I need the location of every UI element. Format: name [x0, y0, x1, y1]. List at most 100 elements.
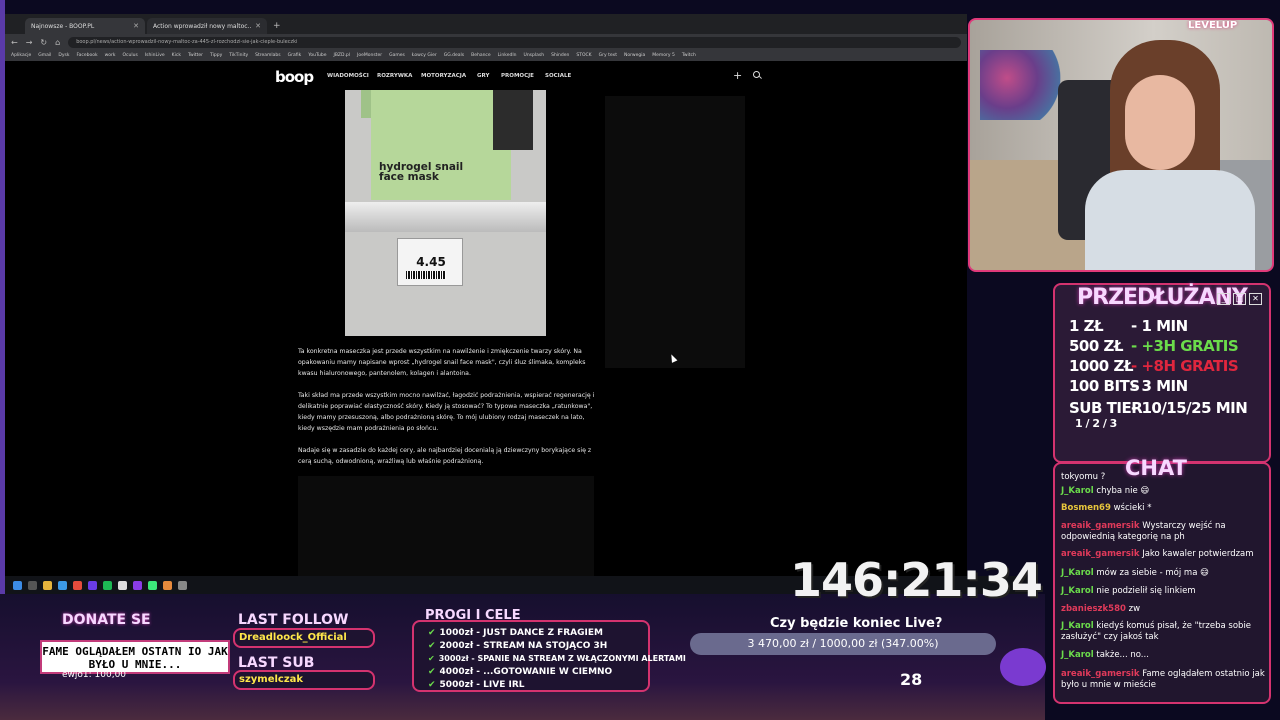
menu-promocje[interactable]: PROMOCJE [501, 73, 534, 79]
article-paragraph: Taki skład ma przede wszystkim mocno naw… [298, 392, 595, 432]
check-icon: ✔ [428, 641, 436, 651]
browser-window: Najnowsze - BOOP.PL ✕ Action wprowadził … [5, 14, 967, 576]
article-image: hydrogel snail face mask 4.45 [345, 90, 546, 336]
app-icon[interactable] [163, 580, 172, 590]
url-input[interactable]: boop.pl/news/action-wprowadzil-nowy-malt… [68, 36, 961, 48]
chat-user: J_Karol [1061, 568, 1094, 578]
app-icon[interactable] [178, 580, 187, 590]
bookmark[interactable]: YouTube [308, 53, 326, 58]
bookmark[interactable]: Gmail [38, 53, 51, 58]
chat-user: J_Karol [1061, 621, 1094, 631]
minimize-icon: _ [1217, 293, 1230, 305]
new-tab-icon[interactable]: + [269, 18, 285, 34]
bookmark[interactable]: Aplikacje [11, 53, 31, 58]
menu-sociale[interactable]: SOCIALE [545, 73, 571, 79]
address-bar: ← → ↻ ⌂ boop.pl/news/action-wprowadzil-n… [5, 34, 967, 50]
donate-message: FAME OGLĄDAŁEM OSTATN IO JAK BYŁO U MNIE… [40, 640, 230, 674]
bookmark[interactable]: work [105, 53, 116, 58]
last-follow-title: LAST FOLLOW [238, 612, 349, 628]
close-icon: ✕ [1249, 293, 1262, 305]
app-icon[interactable] [73, 580, 82, 590]
check-icon: ✔ [428, 680, 436, 690]
price-row: 500 ZŁ - +3H GRATIS [1069, 337, 1239, 355]
chat-message: J_Karol nie podzielił się linkiem [1061, 586, 1266, 597]
chat-text: chyba nie 😄 [1096, 486, 1150, 496]
bookmark[interactable]: Behance [471, 53, 491, 58]
bookmark[interactable]: Twitch [682, 53, 696, 58]
goal-item: ✔ 2000zł - STREAM NA STOJĄCO 3H [428, 641, 607, 651]
chat-text: nie podzielił się linkiem [1096, 586, 1196, 596]
bookmark[interactable]: IshinLive [145, 53, 165, 58]
menu-motoryzacja[interactable]: MOTORYZACJA [421, 73, 466, 79]
chat-message: Bosmen69 wścieki * [1061, 503, 1266, 514]
search-icon[interactable] [28, 580, 37, 590]
forward-icon[interactable]: → [26, 38, 33, 47]
bookmark[interactable]: Twitter [188, 53, 203, 58]
back-icon[interactable]: ← [11, 38, 18, 47]
bookmark[interactable]: Oculus [123, 53, 138, 58]
chat-message: J_Karol chyba nie 😄 [1061, 486, 1266, 497]
menu-wiadomosci[interactable]: WIADOMOŚCI [327, 73, 369, 79]
search-icon[interactable] [753, 71, 760, 78]
bookmark[interactable]: Tippy [210, 53, 222, 58]
tab-najnowsze[interactable]: Najnowsze - BOOP.PL ✕ [25, 18, 145, 34]
home-icon[interactable]: ⌂ [55, 38, 60, 47]
app-icon[interactable] [148, 580, 157, 590]
bookmark[interactable]: JBZD.pl [334, 53, 351, 58]
folder-icon[interactable] [43, 580, 52, 590]
check-icon: ✔ [428, 654, 435, 663]
close-icon[interactable]: ✕ [255, 22, 261, 30]
chrome-icon[interactable] [118, 580, 127, 590]
bookmark[interactable]: Norwegia [624, 53, 645, 58]
bookmark[interactable]: Dysk [58, 53, 69, 58]
chat-text: wścieki * [1113, 503, 1152, 513]
tab-label: Najnowsze - BOOP.PL [31, 22, 95, 30]
chat-text: tokyomu ? [1061, 472, 1106, 482]
bookmark[interactable]: GG.deals [444, 53, 464, 58]
spotify-icon[interactable] [103, 580, 112, 590]
subathon-timer: 146:21:34 [790, 553, 1043, 607]
windows-start-icon[interactable] [13, 580, 22, 590]
chat-message: J_Karol mów za siebie - mój ma 😄 [1061, 568, 1266, 579]
check-icon: ✔ [428, 628, 436, 638]
bookmark[interactable]: Kick [172, 53, 181, 58]
goal-question: Czy będzie koniec Live? [770, 616, 943, 631]
price-row: 100 BITS - 3 MIN [1069, 377, 1188, 395]
discord-icon[interactable] [88, 580, 97, 590]
site-logo[interactable]: boop [275, 68, 314, 86]
bookmark[interactable]: TikTinity [229, 53, 248, 58]
maximize-icon: □ [1233, 293, 1246, 305]
price-amount: 500 ZŁ [1069, 337, 1124, 355]
chat-text: także... no... [1096, 650, 1149, 660]
bookmark[interactable]: Games [389, 53, 405, 58]
goal-item: ✔ 4000zł - ...GOTOWANIE W CIEMNO [428, 667, 612, 677]
chat-user: areaik_gamersik [1061, 669, 1140, 679]
plus-icon[interactable]: + [733, 69, 742, 82]
bookmark[interactable]: Unsplash [524, 53, 545, 58]
close-icon[interactable]: ✕ [133, 22, 139, 30]
price-value: - +3H GRATIS [1131, 337, 1239, 355]
menu-rozrywka[interactable]: ROZRYWKA [377, 73, 412, 79]
twitch-icon[interactable] [133, 580, 142, 590]
bookmark[interactable]: Facebook [76, 53, 97, 58]
bookmark[interactable]: Grafik [288, 53, 302, 58]
app-icon[interactable] [58, 580, 67, 590]
chat-user: areaik_gamersik [1061, 549, 1140, 559]
shelf [345, 202, 546, 232]
menu-gry[interactable]: GRY [477, 73, 489, 79]
bookmark[interactable]: Memory 5 [652, 53, 675, 58]
chat-text: Jako kawaler potwierdzam [1142, 549, 1254, 559]
webcam-person-face [1125, 75, 1195, 170]
tab-article[interactable]: Action wprowadził nowy maltoc... ✕ [147, 18, 267, 34]
article-paragraph: Ta konkretna maseczka jest przede wszyst… [298, 348, 586, 377]
sub-tiers: 1 / 2 / 3 [1075, 417, 1117, 430]
bookmark[interactable]: Gry text [599, 53, 617, 58]
reload-icon[interactable]: ↻ [40, 38, 47, 47]
bookmark[interactable]: Shinden [551, 53, 569, 58]
bookmark[interactable]: JoeMonster [357, 53, 382, 58]
bookmark[interactable]: STOCK [576, 53, 591, 58]
bookmark[interactable]: LinkedIn [498, 53, 517, 58]
bookmark[interactable]: Streamlabs [255, 53, 281, 58]
bookmark[interactable]: Łowcy Gier [412, 53, 437, 58]
goal-text: 5000zł - LIVE IRL [439, 680, 525, 690]
